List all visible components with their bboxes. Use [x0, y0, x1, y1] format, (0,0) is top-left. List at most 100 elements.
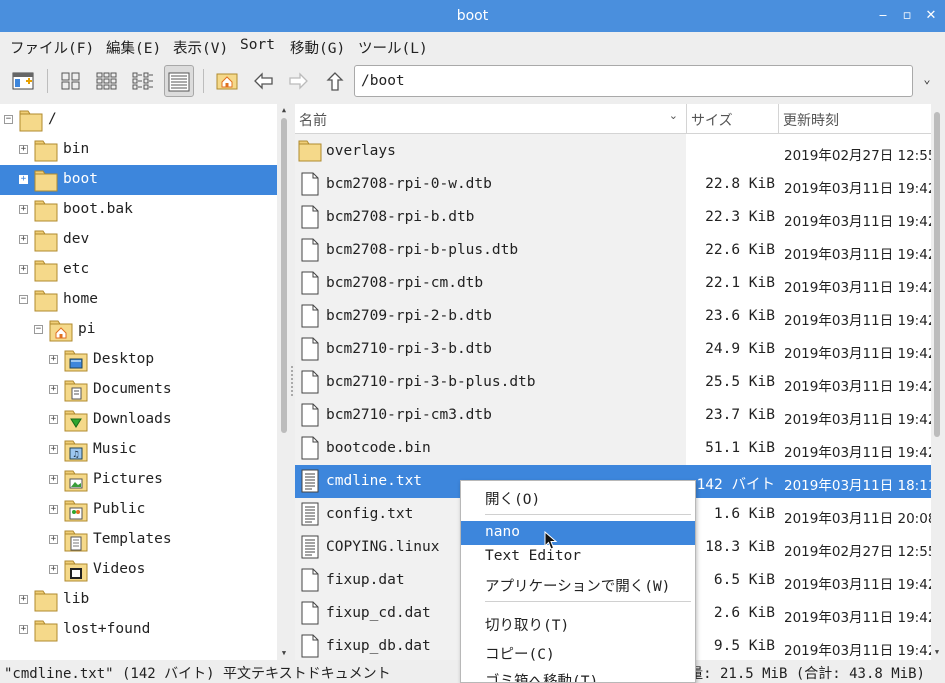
home-button[interactable]: [212, 65, 242, 97]
tree-item-boot-bak[interactable]: + boot.bak: [0, 195, 277, 225]
menu-go[interactable]: 移動(G): [290, 37, 345, 58]
tree-item-desktop[interactable]: + Desktop: [0, 345, 277, 375]
close-button[interactable]: ✕: [921, 6, 941, 26]
tree-item-label: Templates: [93, 531, 172, 547]
pictures-folder-icon: [64, 468, 88, 496]
location-bar[interactable]: [354, 65, 913, 97]
expand-icon[interactable]: +: [49, 505, 58, 514]
tree-item-etc[interactable]: + etc: [0, 255, 277, 285]
file-row[interactable]: bcm2708-rpi-b.dtb 22.3 KiB 2019年03月11日 19:…: [295, 201, 931, 234]
scroll-down-icon[interactable]: ▼: [933, 648, 941, 656]
tree-item-lost-found[interactable]: + lost+found: [0, 615, 277, 645]
menu-item-nano[interactable]: nano: [461, 521, 695, 545]
collapse-icon[interactable]: −: [34, 325, 43, 334]
tree-scroll-thumb[interactable]: [281, 118, 287, 433]
collapse-icon[interactable]: −: [4, 115, 13, 124]
expand-icon[interactable]: +: [49, 475, 58, 484]
menu-tools[interactable]: ツール(L): [358, 37, 428, 58]
tree-item-downloads[interactable]: + Downloads: [0, 405, 277, 435]
expand-icon[interactable]: +: [19, 235, 28, 244]
tree-item-dev[interactable]: + dev: [0, 225, 277, 255]
expand-icon[interactable]: +: [19, 265, 28, 274]
column-header-name[interactable]: 名前 ⌄: [295, 104, 687, 134]
file-row[interactable]: bcm2710-rpi-3-b-plus.dtb 25.5 KiB 2019年03月…: [295, 366, 931, 399]
compact-view-button[interactable]: [128, 65, 158, 97]
directory-tree[interactable]: − / + bin + boot + boot.bak + dev + etc − home − pi + Des…: [0, 104, 277, 660]
file-modified: 2019年03月11日 18:11: [784, 478, 931, 494]
minimize-button[interactable]: ‒: [873, 6, 893, 26]
file-row[interactable]: bcm2710-rpi-cm3.dtb 23.7 KiB 2019年03月11日 1…: [295, 399, 931, 432]
expand-icon[interactable]: +: [19, 175, 28, 184]
music-folder-svg: ♫: [64, 440, 88, 462]
menu-edit[interactable]: 編集(E): [106, 37, 161, 58]
file-row[interactable]: bcm2708-rpi-cm.dtb 22.1 KiB 2019年03月11日 19…: [295, 267, 931, 300]
back-button[interactable]: [248, 65, 278, 97]
scroll-down-icon[interactable]: ▼: [280, 649, 288, 657]
file-row[interactable]: overlays 2019年02月27日 12:55: [295, 135, 931, 168]
tree-item-label: boot.bak: [63, 201, 133, 217]
scroll-up-icon[interactable]: ▲: [280, 106, 288, 114]
expand-icon[interactable]: +: [19, 205, 28, 214]
file-name: config.txt: [326, 506, 414, 522]
column-header-modified[interactable]: 更新時刻: [779, 104, 931, 134]
home-folder-svg: [49, 320, 73, 342]
tree-item-bin[interactable]: + bin: [0, 135, 277, 165]
icon-view-button[interactable]: [56, 65, 86, 97]
menu-item-trash[interactable]: ゴミ箱へ移動(T): [461, 667, 695, 682]
file-row[interactable]: bcm2709-rpi-2-b.dtb 23.6 KiB 2019年03月11日 1…: [295, 300, 931, 333]
file-list-scrollbar[interactable]: ▼: [932, 104, 942, 660]
column-header-size[interactable]: サイズ: [687, 104, 779, 134]
file-icon: [298, 237, 322, 267]
tree-item-label: home: [63, 291, 98, 307]
up-button[interactable]: [320, 65, 350, 97]
expand-icon[interactable]: +: [49, 565, 58, 574]
expand-icon[interactable]: +: [49, 355, 58, 364]
tree-item-label: bin: [63, 141, 90, 157]
file-row[interactable]: bcm2708-rpi-b-plus.dtb 22.6 KiB 2019年03月11…: [295, 234, 931, 267]
tree-item-videos[interactable]: + Videos: [0, 555, 277, 585]
expand-icon[interactable]: +: [19, 595, 28, 604]
expand-icon[interactable]: +: [49, 385, 58, 394]
menu-item-cut[interactable]: 切り取り(T): [461, 611, 695, 635]
expand-icon[interactable]: +: [19, 625, 28, 634]
forward-button[interactable]: [284, 65, 314, 97]
menu-sort[interactable]: Sort: [240, 37, 275, 53]
menu-item-copy[interactable]: コピー(C): [461, 640, 695, 664]
collapse-icon[interactable]: −: [19, 295, 28, 304]
chevron-down-icon[interactable]: ⌄: [917, 72, 937, 92]
tree-item-documents[interactable]: + Documents: [0, 375, 277, 405]
expand-icon[interactable]: +: [19, 145, 28, 154]
tree-item-boot[interactable]: + boot: [0, 165, 277, 195]
file-icon: [298, 600, 322, 630]
maximize-button[interactable]: ▫: [897, 6, 917, 26]
tree-item-lib[interactable]: + lib: [0, 585, 277, 615]
tree-item-templates[interactable]: + Templates: [0, 525, 277, 555]
tree-scrollbar[interactable]: ▲ ▼: [280, 104, 288, 660]
menu-view[interactable]: 表示(V): [173, 37, 228, 58]
expand-icon[interactable]: +: [49, 415, 58, 424]
tree-item-public[interactable]: + Public: [0, 495, 277, 525]
menu-item-open-with[interactable]: アプリケーションで開く(W): [461, 572, 695, 596]
detail-view-button[interactable]: [164, 65, 194, 97]
thumbnail-view-button[interactable]: [92, 65, 122, 97]
tree-item-home[interactable]: − home: [0, 285, 277, 315]
documents-folder-svg: [64, 380, 88, 402]
file-name: COPYING.linux: [326, 539, 440, 555]
file-row[interactable]: bcm2708-rpi-0-w.dtb 22.8 KiB 2019年03月11日 1…: [295, 168, 931, 201]
file-name: overlays: [326, 143, 396, 159]
path-input[interactable]: [361, 71, 901, 91]
tree-item-music[interactable]: + ♫ Music: [0, 435, 277, 465]
menu-file[interactable]: ファイル(F): [10, 37, 94, 58]
expand-icon[interactable]: +: [49, 445, 58, 454]
tree-item-root[interactable]: − /: [0, 105, 277, 135]
tree-item-pi[interactable]: − pi: [0, 315, 277, 345]
new-tab-button[interactable]: [8, 65, 38, 97]
file-list-scroll-thumb[interactable]: [934, 112, 940, 437]
menu-item-open[interactable]: 開く(O): [461, 485, 695, 509]
file-row[interactable]: bcm2710-rpi-3-b.dtb 24.9 KiB 2019年03月11日 1…: [295, 333, 931, 366]
file-row[interactable]: bootcode.bin 51.1 KiB 2019年03月11日 19:42: [295, 432, 931, 465]
templates-folder-svg: [64, 530, 88, 552]
expand-icon[interactable]: +: [49, 535, 58, 544]
tree-item-pictures[interactable]: + Pictures: [0, 465, 277, 495]
menu-item-text-editor[interactable]: Text Editor: [461, 545, 695, 569]
